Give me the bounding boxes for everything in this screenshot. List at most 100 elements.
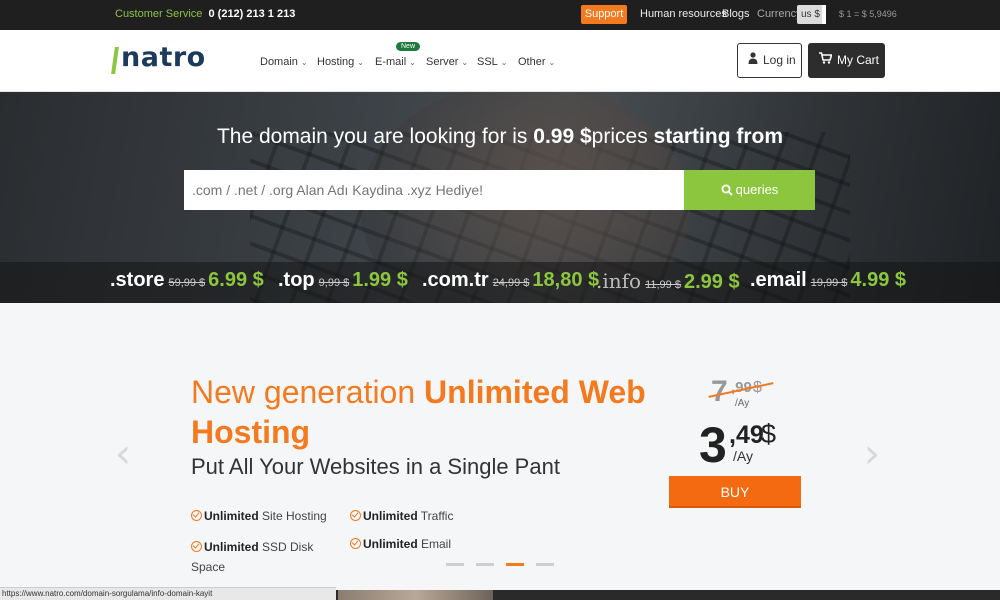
nav-other[interactable]: Other ⌄ bbox=[518, 56, 555, 68]
check-circle-icon bbox=[350, 510, 361, 521]
domain-search-input[interactable] bbox=[184, 170, 684, 210]
nav-server[interactable]: Server ⌄ bbox=[426, 56, 468, 68]
promo-subtitle: Put All Your Websites in a Single Pant bbox=[191, 454, 560, 479]
feature-item: Unlimited Traffic bbox=[350, 509, 453, 523]
hero-domain-search: The domain you are looking for is 0.99 $… bbox=[0, 92, 1000, 303]
cart-label: My Cart bbox=[837, 53, 879, 67]
old-price-period: /Ay bbox=[735, 398, 750, 409]
blogs-link[interactable]: Blogs bbox=[722, 8, 750, 20]
buy-button[interactable]: BUY bbox=[669, 476, 801, 508]
chevron-down-icon: ⌄ bbox=[461, 58, 469, 67]
search-icon bbox=[721, 184, 733, 196]
customer-service-label: Customer Service bbox=[115, 8, 203, 20]
top-bar: Customer Service 0 (212) 213 1 213 Suppo… bbox=[0, 0, 1000, 30]
feature-bold: Unlimited bbox=[363, 509, 418, 523]
customer-service-phone[interactable]: 0 (212) 213 1 213 bbox=[208, 8, 295, 20]
domain-search-button[interactable]: queries bbox=[684, 170, 815, 210]
tld-new-price: 6.99 $ bbox=[208, 269, 264, 291]
hero-headline: The domain you are looking for is 0.99 $… bbox=[0, 125, 1000, 149]
new-badge: New bbox=[396, 42, 421, 51]
chevron-down-icon: ⌄ bbox=[500, 58, 508, 67]
tld-email[interactable]: .email 19,99 $4.99 $ bbox=[750, 269, 906, 292]
new-price-int: 3 bbox=[699, 417, 727, 473]
slider-dot[interactable] bbox=[446, 563, 464, 566]
tld-com-tr[interactable]: .com.tr 24,99 $18,80 $ bbox=[422, 269, 599, 292]
hero-headline-post: starting from bbox=[653, 125, 784, 148]
nav-hosting[interactable]: Hosting ⌄ bbox=[317, 56, 364, 68]
exchange-rate: $ 1 = $ 5,9496 bbox=[839, 9, 897, 19]
nav-server-label: Server bbox=[426, 56, 459, 68]
feature-text: Traffic bbox=[417, 509, 454, 523]
new-price-period: /Ay bbox=[733, 448, 753, 464]
currency-label: Currency bbox=[757, 8, 802, 20]
tld-name: .top bbox=[278, 269, 315, 291]
tld-new-price: 4.99 $ bbox=[850, 269, 907, 291]
hosting-promo-slider: ‹ › New generation Unlimited Web Hosting… bbox=[0, 303, 1000, 590]
hero-headline-price: 0.99 $ bbox=[533, 125, 592, 148]
customer-service: Customer Service 0 (212) 213 1 213 bbox=[115, 8, 295, 20]
slider-dot-active[interactable] bbox=[506, 563, 524, 566]
new-price: 3 ,49 $ /Ay bbox=[699, 417, 776, 473]
check-circle-icon bbox=[191, 510, 202, 521]
currency-select[interactable]: us $ bbox=[797, 5, 826, 24]
tld-name: .com.tr bbox=[422, 269, 489, 291]
login-button[interactable]: Log in bbox=[737, 43, 802, 78]
nav-domain[interactable]: Domain ⌄ bbox=[260, 56, 308, 68]
slider-dot[interactable] bbox=[536, 563, 554, 566]
tld-old-price: 9,99 $ bbox=[318, 277, 350, 289]
logo-mark-icon bbox=[111, 47, 119, 74]
support-button[interactable]: Support bbox=[581, 5, 627, 24]
login-label: Log in bbox=[763, 53, 796, 67]
slider-next-arrow-icon[interactable]: › bbox=[864, 431, 880, 477]
feature-item: Unlimited Site Hosting bbox=[191, 509, 327, 523]
tld-old-price: 59,99 $ bbox=[168, 277, 206, 289]
tld-price-strip: .store 59,99 $6.99 $ .top 9,99 $1.99 $ .co… bbox=[0, 262, 1000, 303]
chevron-down-icon: ⌄ bbox=[300, 58, 308, 67]
main-navbar: natro Domain ⌄ Hosting ⌄ New E-mail ⌄ Serve… bbox=[0, 30, 1000, 92]
tld-top[interactable]: .top 9,99 $1.99 $ bbox=[278, 269, 408, 292]
tld-store[interactable]: .store 59,99 $6.99 $ bbox=[110, 269, 264, 292]
check-circle-icon bbox=[191, 541, 202, 552]
feature-bold: Unlimited bbox=[363, 537, 418, 551]
cart-icon bbox=[819, 43, 833, 78]
next-section-image bbox=[338, 590, 493, 600]
nav-email-label: E-mail bbox=[375, 56, 407, 68]
feature-item: Unlimited SSD Disk Space bbox=[191, 537, 326, 577]
check-circle-icon bbox=[350, 538, 361, 549]
tld-name: .store bbox=[110, 269, 165, 291]
hero-headline-mid: prices bbox=[591, 125, 654, 148]
tld-new-price: 1.99 $ bbox=[352, 269, 408, 291]
slider-dot[interactable] bbox=[476, 563, 494, 566]
nav-ssl-label: SSL bbox=[477, 56, 498, 68]
slider-prev-arrow-icon[interactable]: ‹ bbox=[115, 431, 131, 477]
tld-old-price: 11,99 $ bbox=[645, 279, 681, 291]
tld-new-price: 18,80 $ bbox=[532, 269, 600, 291]
tld-name: .email bbox=[750, 269, 807, 291]
user-icon bbox=[748, 44, 758, 77]
new-price-dec: ,49 bbox=[729, 421, 764, 449]
hero-headline-pre: The domain you are looking for is bbox=[216, 125, 534, 148]
domain-search-button-label: queries bbox=[735, 182, 779, 197]
tld-new-price: 2.99 $ bbox=[683, 271, 740, 293]
nav-email[interactable]: E-mail ⌄ bbox=[375, 56, 416, 68]
feature-text: Email bbox=[417, 537, 452, 551]
cart-button[interactable]: My Cart bbox=[808, 43, 885, 78]
nav-domain-label: Domain bbox=[260, 56, 298, 68]
feature-bold: Unlimited bbox=[204, 540, 259, 554]
promo-title: New generation Unlimited Web Hosting bbox=[191, 372, 651, 452]
logo-text: natro bbox=[121, 42, 206, 73]
human-resources-link[interactable]: Human resources bbox=[640, 8, 727, 20]
tld-name: .info bbox=[596, 269, 642, 293]
tld-info[interactable]: .info 11,99 $2.99 $ bbox=[596, 269, 740, 294]
nav-hosting-label: Hosting bbox=[317, 56, 355, 68]
nav-other-label: Other bbox=[518, 56, 546, 68]
feature-item: Unlimited Email bbox=[350, 537, 451, 551]
chevron-down-icon: ⌄ bbox=[409, 58, 416, 67]
tld-old-price: 24,99 $ bbox=[492, 277, 530, 289]
promo-title-light: New generation bbox=[191, 374, 425, 410]
chevron-down-icon: ⌄ bbox=[357, 58, 364, 67]
browser-status-url: https://www.natro.com/domain-sorgulama/i… bbox=[0, 587, 336, 600]
old-price: 7 ,99 $ /Ay bbox=[708, 375, 774, 409]
tld-old-price: 19,99 $ bbox=[810, 277, 848, 289]
nav-ssl[interactable]: SSL ⌄ bbox=[477, 56, 508, 68]
